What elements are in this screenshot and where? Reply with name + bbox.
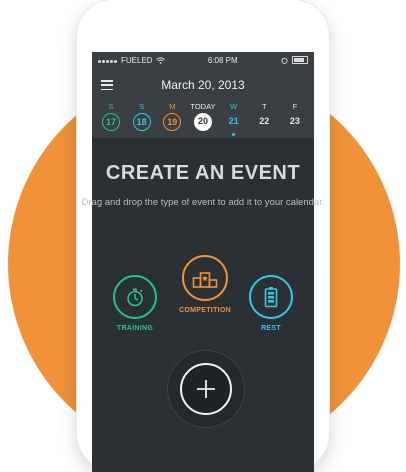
event-indicator-dot [232, 133, 236, 136]
status-time: 6:08 PM [207, 55, 238, 65]
alarm-icon [281, 57, 288, 64]
day-cell[interactable]: T 22 [249, 102, 279, 136]
current-date: March 20, 2013 [161, 78, 245, 92]
day-cell[interactable]: M 19 [157, 102, 187, 136]
day-cell[interactable]: S 17 [96, 102, 126, 136]
page-title: CREATE AN EVENT [105, 162, 301, 184]
rest-event-button[interactable]: REST [243, 275, 299, 332]
week-strip: S 17 S 18 M 19 TODAY 20 W 21 T 22 F 23 [96, 102, 310, 136]
training-label: TRAINING [116, 325, 154, 332]
competition-label: COMPETITION [179, 307, 231, 314]
day-cell[interactable]: W 21 [219, 102, 249, 136]
training-event-button[interactable]: TRAINING [107, 275, 163, 332]
training-ring[interactable] [113, 275, 157, 319]
add-event-button[interactable] [180, 363, 232, 415]
wifi-icon [155, 56, 165, 64]
day-cell[interactable]: S 18 [127, 102, 157, 136]
rest-ring[interactable] [249, 275, 293, 319]
signal-icon [98, 56, 118, 65]
calendar-header: March 20, 2013 S 17 S 18 M 19 TODAY 20 W… [92, 68, 314, 138]
plus-icon [197, 380, 215, 398]
add-event-button-container [167, 350, 245, 428]
page-subtitle: Drag and drop the type of event to add i… [81, 197, 325, 208]
carrier-label: FUELED [121, 55, 153, 65]
stopwatch-icon [127, 288, 143, 307]
podium-icon [192, 272, 218, 288]
status-bar: FUELED 6:08 PM [92, 52, 314, 68]
competition-ring[interactable] [182, 255, 228, 301]
battery-full-icon [264, 287, 278, 308]
day-cell[interactable]: F 23 [280, 102, 310, 136]
competition-event-button[interactable]: COMPETITION [175, 255, 235, 314]
day-cell-today[interactable]: TODAY 20 [188, 102, 218, 136]
rest-label: REST [261, 325, 281, 332]
battery-icon [291, 56, 308, 64]
